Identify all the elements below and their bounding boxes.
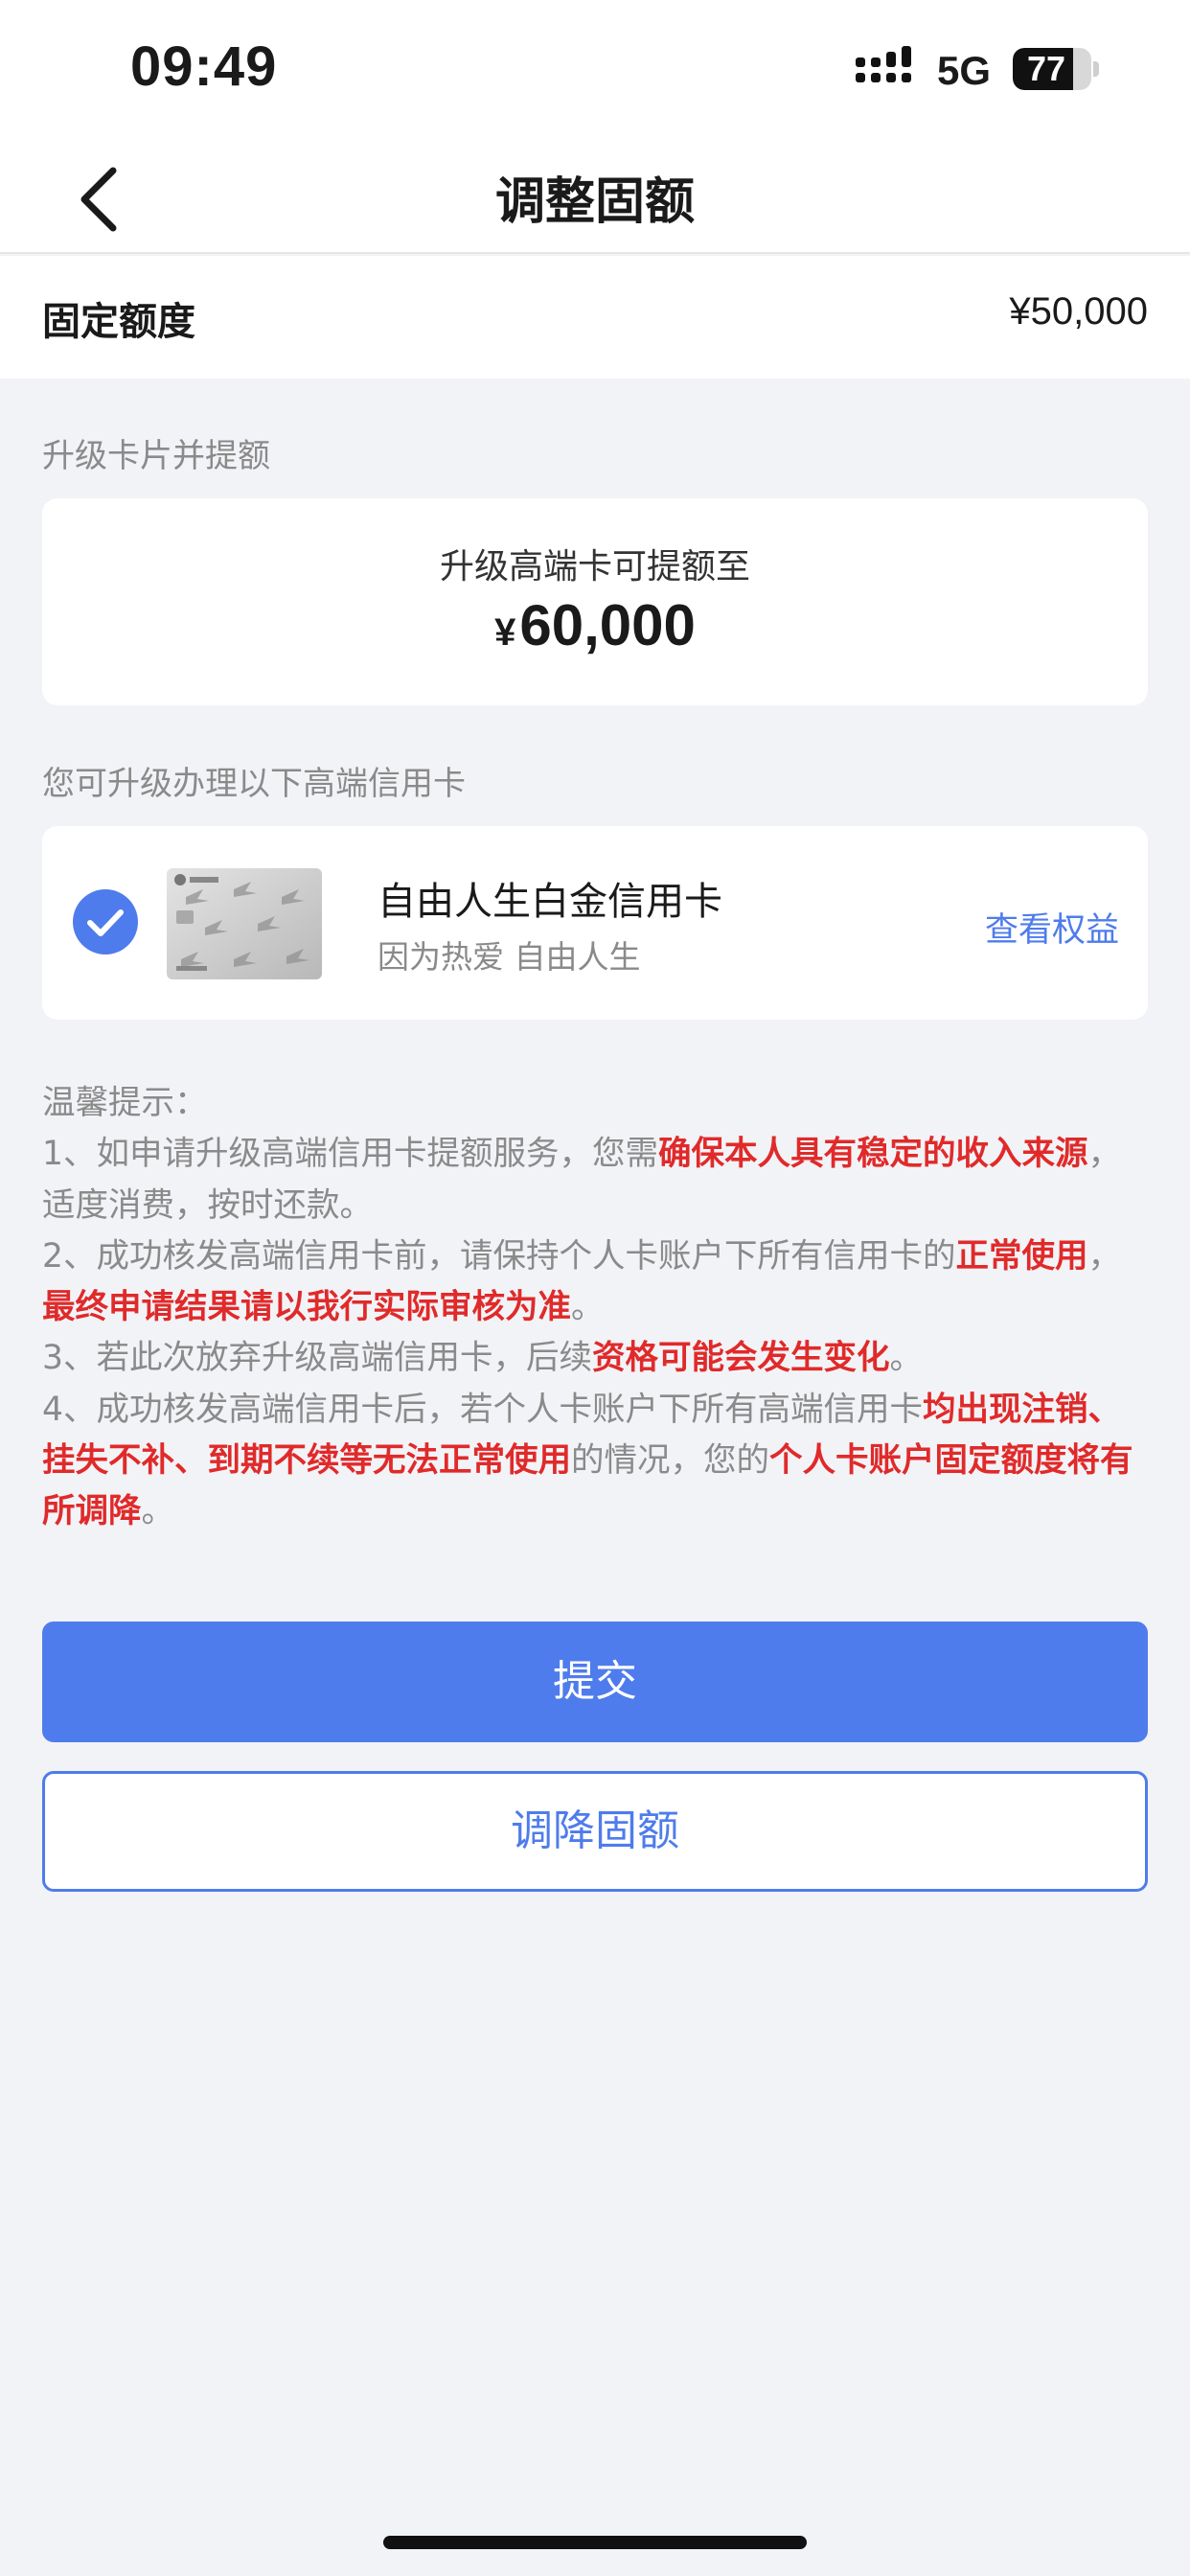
fixed-limit-label: 固定额度 <box>42 300 195 344</box>
tip-highlight: 正常使用 <box>955 1236 1088 1276</box>
battery-tip <box>1093 61 1099 77</box>
tip-text: 2、成功核发高端信用卡前，请保持个人卡账户下所有信用卡的 <box>42 1236 956 1276</box>
view-benefits-link[interactable]: 查看权益 <box>985 903 1119 952</box>
back-chevron-icon[interactable] <box>67 159 134 236</box>
tip-highlight: 资格可能会发生变化 <box>591 1339 890 1378</box>
tip-text: 4、成功核发高端信用卡后，若个人卡账户下所有高端信用卡 <box>42 1390 923 1429</box>
checkmark-circle-icon[interactable] <box>73 889 138 954</box>
tip-item: 4、成功核发高端信用卡后，若个人卡账户下所有高端信用卡均出现注销、挂失不补、到期… <box>42 1385 1154 1538</box>
nav-bar: 调整固额 <box>0 144 1190 254</box>
card-slogan: 因为热爱 自由人生 <box>378 938 641 976</box>
currency-symbol: ¥ <box>494 611 516 654</box>
tip-highlight: 最终申请结果请以我行实际审核为准 <box>42 1288 571 1327</box>
status-time: 09:49 <box>130 35 278 98</box>
home-indicator <box>383 2536 807 2549</box>
battery-level: 77 <box>1026 49 1066 88</box>
upgrade-caption: 升级高端卡可提额至 <box>439 547 750 586</box>
tip-item: 3、若此次放弃升级高端信用卡，后续资格可能会发生变化。 <box>42 1333 1154 1384</box>
tip-text: 的情况，您的 <box>571 1441 769 1481</box>
cellular-signal-icon <box>856 46 911 82</box>
card-name: 自由人生白金信用卡 <box>378 880 722 924</box>
fixed-limit-row: 固定额度 ¥50,000 <box>0 256 1190 379</box>
tips-section: 温馨提示： 1、如申请升级高端信用卡提额服务，您需确保本人具有稳定的收入来源，适… <box>42 1078 1154 1538</box>
credit-card-image <box>167 868 322 979</box>
card-section-label: 您可升级办理以下高端信用卡 <box>42 765 466 803</box>
network-type: 5G <box>937 48 992 93</box>
page-title: 调整固额 <box>494 173 695 231</box>
credit-card-option[interactable]: 自由人生白金信用卡 因为热爱 自由人生 查看权益 <box>42 826 1148 1020</box>
upgrade-section-label: 升级卡片并提额 <box>42 437 270 475</box>
upgrade-limit-box: 升级高端卡可提额至 ¥60,000 <box>42 498 1148 705</box>
reduce-limit-button[interactable]: 调降固额 <box>42 1771 1148 1892</box>
upgrade-amount: ¥60,000 <box>42 592 1148 658</box>
status-bar: 09:49 5G 77 <box>0 0 1190 144</box>
tip-text: 。 <box>571 1288 605 1327</box>
upgrade-amount-value: 60,000 <box>519 593 696 657</box>
tip-text: 。 <box>141 1492 175 1531</box>
tip-text: 。 <box>889 1339 923 1378</box>
tip-text: ， <box>1087 1236 1121 1276</box>
fixed-limit-value: ¥50,000 <box>1009 290 1148 333</box>
tip-text: 1、如申请升级高端信用卡提额服务，您需 <box>42 1135 658 1174</box>
tip-highlight: 确保本人具有稳定的收入来源 <box>657 1135 1088 1174</box>
submit-button[interactable]: 提交 <box>42 1622 1148 1742</box>
tips-list: 1、如申请升级高端信用卡提额服务，您需确保本人具有稳定的收入来源，适度消费，按时… <box>42 1129 1154 1537</box>
tip-text: 3、若此次放弃升级高端信用卡，后续 <box>42 1339 592 1378</box>
tip-item: 1、如申请升级高端信用卡提额服务，您需确保本人具有稳定的收入来源，适度消费，按时… <box>42 1129 1154 1231</box>
tip-item: 2、成功核发高端信用卡前，请保持个人卡账户下所有信用卡的正常使用， 最终申请结果请… <box>42 1231 1154 1334</box>
battery-icon: 77 <box>1013 48 1091 90</box>
tips-title: 温馨提示： <box>42 1084 208 1122</box>
